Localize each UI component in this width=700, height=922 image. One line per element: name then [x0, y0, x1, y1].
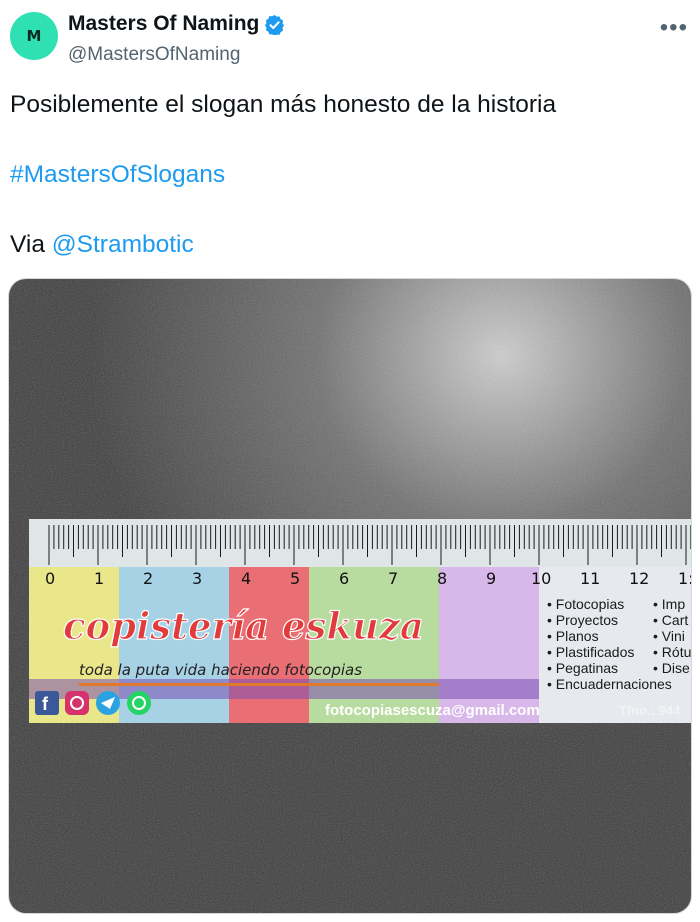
- ruler-number: 4: [241, 569, 251, 588]
- svg-text:f: f: [42, 694, 49, 714]
- ruler-number: 10: [531, 569, 551, 588]
- service-item: • Cart: [653, 612, 688, 628]
- service-item: • Rótu: [653, 644, 691, 660]
- ruler-slogan: toda la puta vida haciendo fotocopias: [79, 661, 362, 679]
- service-item: • Vini: [653, 628, 685, 644]
- service-item: • Planos: [547, 628, 599, 644]
- ruler-number: 5: [290, 569, 300, 588]
- service-item: • Encuadernaciones: [547, 676, 672, 692]
- tweet-text: Posiblemente el slogan más honesto de la…: [10, 91, 557, 118]
- service-item: • Proyectos: [547, 612, 618, 628]
- ruler-number: 11: [580, 569, 600, 588]
- more-options-icon[interactable]: •••: [660, 14, 688, 42]
- ruler-number: 9: [486, 569, 496, 588]
- service-item: • Dise: [653, 660, 690, 676]
- ruler-phone: Tfno.: 944: [619, 703, 681, 718]
- handle[interactable]: @MastersOfNaming: [68, 44, 240, 66]
- ruler-number: 0: [45, 569, 55, 588]
- avatar-logo: M: [26, 27, 42, 45]
- verified-badge-icon: [265, 14, 285, 35]
- via-line: Via @Strambotic: [10, 230, 194, 260]
- name-row: Masters Of Naming: [68, 12, 285, 36]
- service-item: • Fotocopias: [547, 596, 624, 612]
- hashtag-link[interactable]: #MastersOfSlogans: [10, 160, 225, 190]
- photo-ruler-scene: 01234567891011121: copistería eskuza tod…: [9, 279, 692, 913]
- avatar[interactable]: M: [10, 12, 58, 60]
- ruler-number: 2: [143, 569, 153, 588]
- ruler-brand: copistería eskuza: [63, 604, 424, 648]
- ruler-number: 8: [437, 569, 447, 588]
- via-label: Via: [10, 231, 45, 258]
- ruler-number: 7: [388, 569, 398, 588]
- ruler-number: 1: [94, 569, 104, 588]
- service-item: • Plastificados: [547, 644, 634, 660]
- ruler-number: 12: [629, 569, 649, 588]
- ruler: 01234567891011121: copistería eskuza tod…: [29, 519, 692, 723]
- tweet-photo[interactable]: 01234567891011121: copistería eskuza tod…: [8, 278, 692, 914]
- ruler-number: 3: [192, 569, 202, 588]
- ruler-number: 6: [339, 569, 349, 588]
- service-item: • Imp: [653, 596, 685, 612]
- ruler-email: fotocopiasescuza@gmail.com: [325, 702, 540, 719]
- tweet-header: M Masters Of Naming @MastersOfNaming •••: [0, 0, 700, 80]
- mention-link[interactable]: @Strambotic: [52, 231, 194, 258]
- service-item: • Pegatinas: [547, 660, 618, 676]
- display-name[interactable]: Masters Of Naming: [68, 12, 259, 36]
- ruler-number: 1:: [678, 569, 692, 588]
